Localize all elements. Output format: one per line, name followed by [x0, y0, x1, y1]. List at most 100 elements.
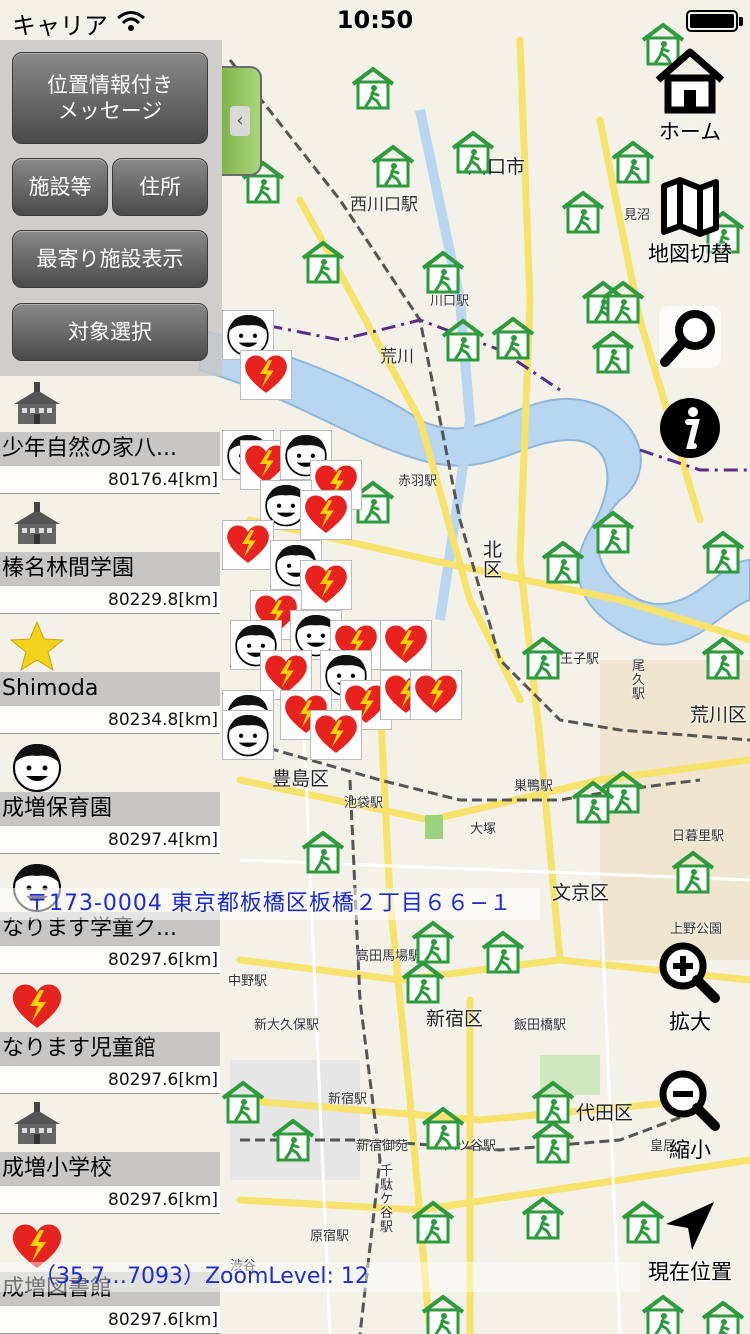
facility-list-item[interactable]: 成増小学校 80297.6[km] — [0, 1096, 220, 1216]
map-label: 文京区 — [552, 882, 610, 904]
shelter-marker-icon — [220, 1080, 266, 1124]
chevron-left-icon: ‹ — [230, 106, 250, 136]
shelter-marker-icon — [300, 830, 346, 874]
map-label: 上野公園 — [670, 922, 723, 937]
shelter-marker-icon — [670, 850, 716, 894]
child-face-icon[interactable] — [222, 710, 274, 760]
map-label: 赤羽駅 — [398, 474, 438, 489]
address-button[interactable]: 住所 — [112, 158, 208, 216]
shelter-marker-icon — [590, 510, 636, 554]
facility-button[interactable]: 施設等 — [12, 158, 108, 216]
status-time: 10:50 — [336, 6, 414, 34]
shelter-marker-icon — [560, 190, 606, 234]
map-label: 荒川区 — [690, 704, 748, 726]
facility-name: 榛名林間学園 — [0, 552, 220, 586]
panel-collapse-tab[interactable]: ‹ — [222, 66, 262, 176]
map-label: 新大久保駅 — [254, 1018, 320, 1033]
shelter-marker-icon — [700, 1300, 746, 1334]
home-button[interactable]: ホーム — [640, 46, 740, 146]
map-label: 北区 — [483, 539, 503, 581]
map-label: 新宿駅 — [328, 1092, 368, 1107]
map-label: 千駄ケ谷駅 — [380, 1164, 394, 1235]
info-icon — [660, 398, 720, 458]
map-switch-label: 地図切替 — [648, 242, 732, 266]
shelter-marker-icon — [700, 530, 746, 574]
facility-list-item[interactable]: 榛名林間学園 80229.8[km] — [0, 496, 220, 616]
shelter-marker-icon — [590, 330, 636, 374]
shelter-marker-icon — [420, 1106, 466, 1150]
heart-aed-icon[interactable] — [380, 620, 432, 670]
shelter-marker-icon — [450, 130, 496, 174]
shelter-marker-icon — [530, 1080, 576, 1124]
map-label: 尾久駅 — [632, 659, 646, 702]
facility-distance: 80297.6[km] — [0, 1066, 220, 1094]
facility-list-item[interactable]: 成増保育園 80297.4[km] — [0, 736, 220, 856]
coordinate-readout: （35.7…7093）ZoomLevel: 12 — [0, 1262, 640, 1292]
facility-name: Shimoda — [0, 672, 220, 706]
heart-aed-icon[interactable] — [410, 670, 462, 720]
location-message-button[interactable]: 位置情報付き メッセージ — [12, 52, 208, 144]
facility-list-item[interactable]: 少年自然の家八... 80176.4[km] — [0, 376, 220, 496]
target-select-button[interactable]: 対象選択 — [12, 303, 208, 361]
zoom-in-label: 拡大 — [669, 1010, 711, 1034]
map-label: 池袋駅 — [344, 796, 384, 811]
zoom-out-button[interactable]: 縮小 — [640, 1068, 740, 1164]
shelter-marker-icon — [420, 250, 466, 294]
map-label: 新宿御苑 — [356, 1139, 409, 1154]
facility-list-item[interactable]: Shimoda 80234.8[km] — [0, 616, 220, 736]
school-building-icon — [8, 500, 66, 552]
facility-list-item[interactable]: なります児童館 80297.6[km] — [0, 976, 220, 1096]
heart-aed-icon — [8, 980, 66, 1032]
map-label: 豊島区 — [272, 768, 330, 790]
facility-name: 少年自然の家八... — [0, 432, 220, 466]
map-icon — [661, 177, 719, 237]
shelter-marker-icon — [640, 1294, 686, 1334]
map-label: 日暮里駅 — [672, 829, 725, 844]
shelter-marker-icon — [520, 636, 566, 680]
heart-aed-icon[interactable] — [300, 560, 352, 610]
shelter-marker-icon — [420, 1294, 466, 1334]
heart-aed-icon[interactable] — [222, 520, 274, 570]
shelter-marker-icon — [540, 540, 586, 584]
info-button[interactable] — [640, 396, 740, 460]
shelter-marker-icon — [570, 780, 616, 824]
address-readout: 〒173-0004 東京都板橋区板橋２丁目６６−１ — [0, 888, 540, 920]
heart-aed-icon[interactable] — [300, 490, 352, 540]
screen: 西川口駅 川口市 見沼 川口駅 荒川 赤羽駅 北区 王子駅 荒川区 豊島区 池袋… — [0, 0, 750, 1334]
shelter-marker-icon — [700, 636, 746, 680]
map-label: 巣鴨駅 — [514, 779, 554, 794]
school-building-icon — [8, 380, 66, 432]
zoom-in-button[interactable]: 拡大 — [640, 940, 740, 1036]
shelter-marker-icon — [370, 144, 416, 188]
shelter-marker-icon — [410, 920, 456, 964]
button-area: 位置情報付き メッセージ 施設等 住所 最寄り施設表示 対象選択 — [0, 40, 222, 376]
shelter-marker-icon — [270, 1118, 316, 1162]
heart-aed-icon[interactable] — [240, 350, 292, 400]
shelter-marker-icon — [400, 960, 446, 1004]
shelter-marker-icon — [410, 1200, 456, 1244]
left-panel: 位置情報付き メッセージ 施設等 住所 最寄り施設表示 対象選択 少年自然の家八… — [0, 40, 222, 1334]
map-label: 西川口駅 — [350, 195, 418, 215]
facility-distance: 80297.6[km] — [0, 946, 220, 974]
facility-name: 成増小学校 — [0, 1152, 220, 1186]
current-location-label: 現在位置 — [648, 1260, 732, 1284]
search-button[interactable] — [640, 302, 740, 372]
shelter-marker-icon — [440, 318, 486, 362]
shelter-marker-icon — [490, 316, 536, 360]
map-label: 大塚 — [470, 822, 497, 837]
map-label: 原宿駅 — [310, 1229, 350, 1244]
shelter-marker-icon — [300, 240, 346, 284]
shelter-marker-icon — [350, 66, 396, 110]
heart-aed-icon[interactable] — [310, 710, 362, 760]
facility-list[interactable]: 少年自然の家八... 80176.4[km] 榛名林間学園 80229.8[km] Sh… — [0, 376, 222, 1334]
nearest-facility-button[interactable]: 最寄り施設表示 — [12, 230, 208, 288]
map-label: 新宿区 — [426, 1008, 484, 1030]
home-icon — [655, 48, 725, 114]
shelter-marker-icon — [480, 930, 526, 974]
current-location-button[interactable]: 現在位置 — [640, 1196, 740, 1286]
shelter-marker-icon — [530, 1120, 576, 1164]
child-face-icon — [8, 740, 66, 792]
shelter-marker-icon — [520, 1196, 566, 1240]
map-switch-button[interactable]: 地図切替 — [640, 176, 740, 268]
zoom-in-icon — [659, 942, 720, 1003]
